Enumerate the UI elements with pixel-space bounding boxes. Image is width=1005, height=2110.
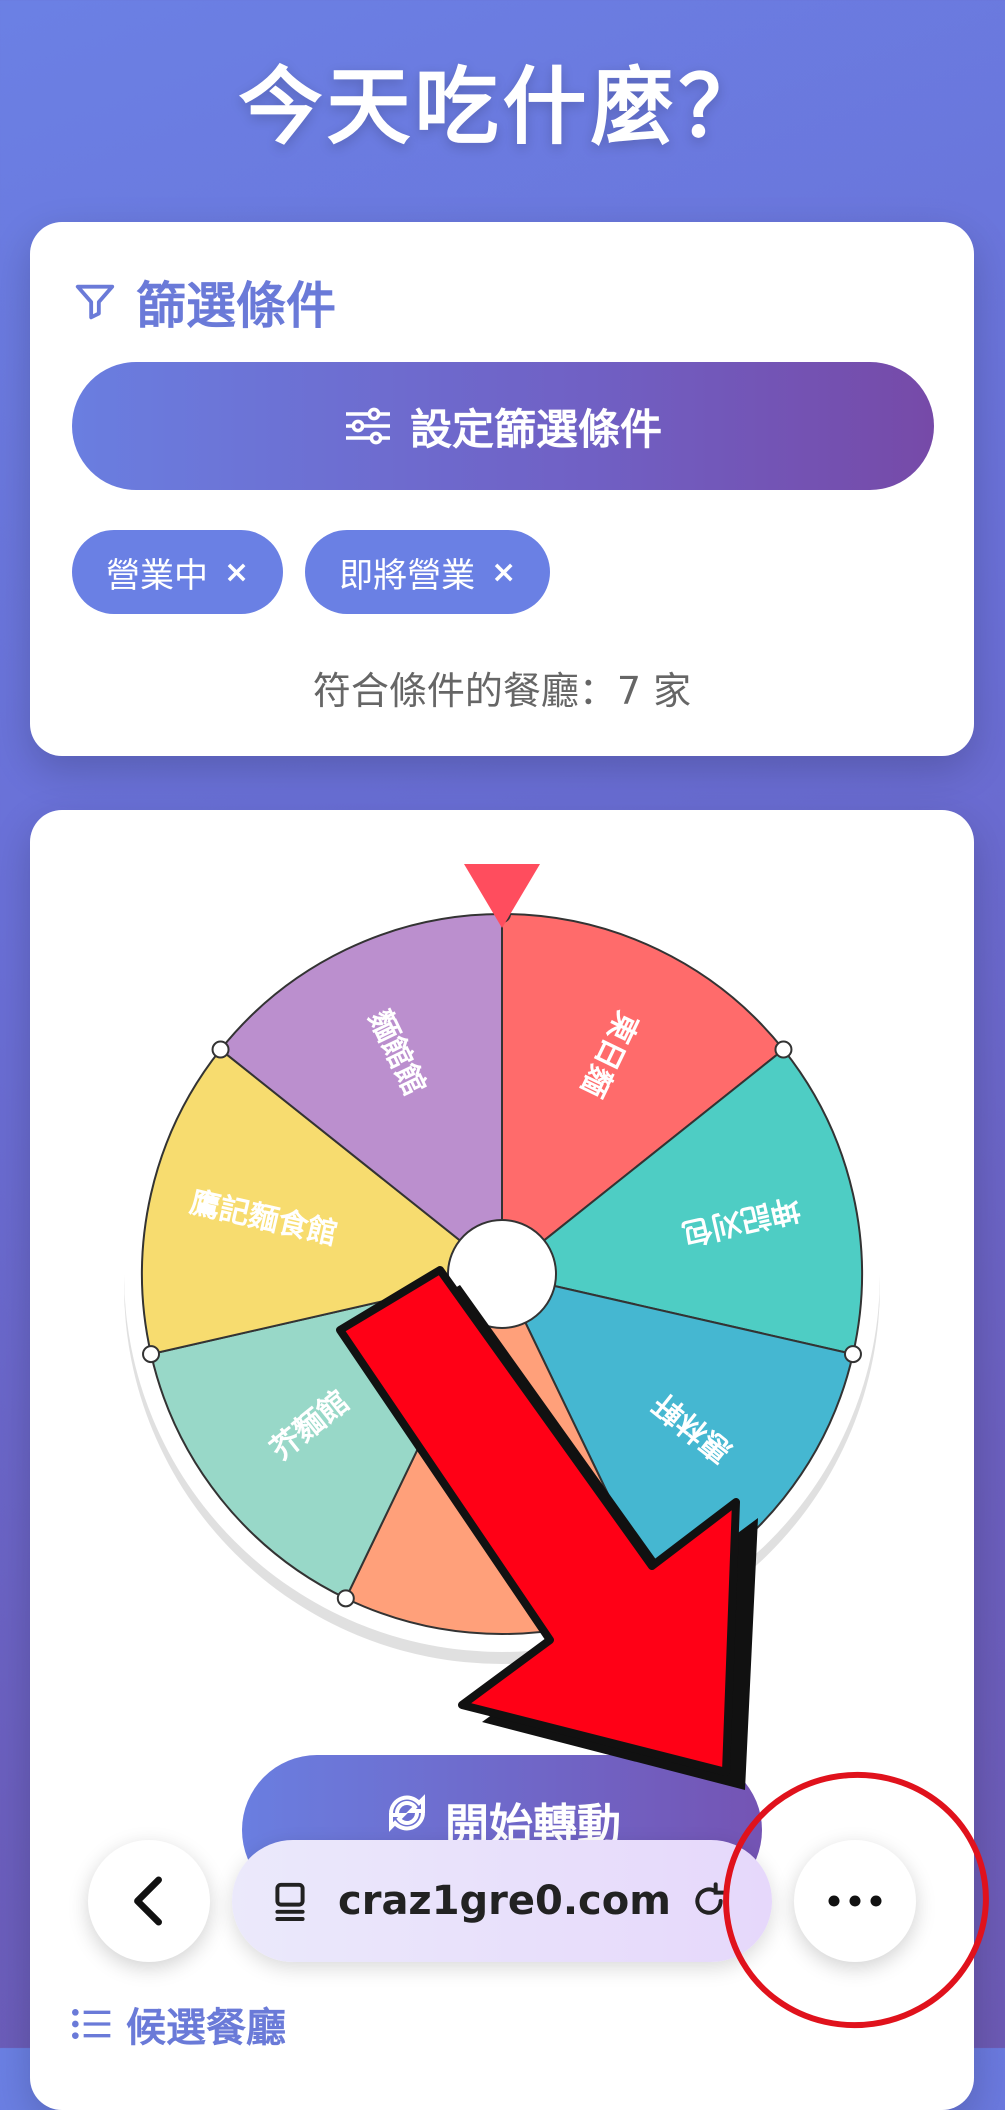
filter-card: 篩選條件 設定篩選條件 營業中 × 即將營業 × 符合條件的餐廳：7 家 bbox=[30, 222, 974, 756]
wheel-peg bbox=[336, 1589, 355, 1608]
tag-open[interactable]: 營業中 × bbox=[72, 530, 284, 614]
page-title: 今天吃什麼？ bbox=[238, 58, 767, 156]
wheel-peg bbox=[649, 1589, 668, 1608]
wheel-peg bbox=[142, 1345, 161, 1364]
tag-remove-icon[interactable]: × bbox=[491, 555, 516, 590]
wheel-peg bbox=[843, 1345, 862, 1364]
set-filter-label: 設定篩選條件 bbox=[409, 404, 662, 454]
more-dots-icon bbox=[828, 1895, 882, 1907]
match-count: 符合條件的餐廳：7 家 bbox=[312, 669, 692, 713]
filter-tags: 營業中 × 即將營業 × bbox=[72, 530, 551, 614]
tabs-icon bbox=[275, 1882, 305, 1921]
set-filter-button[interactable]: 設定篩選條件 bbox=[72, 362, 934, 490]
address-bar[interactable]: craz1gre0.com bbox=[232, 1840, 772, 1962]
wheel-peg bbox=[211, 1040, 230, 1059]
wheel-peg bbox=[774, 1040, 793, 1059]
back-button[interactable] bbox=[88, 1840, 210, 1962]
wheel-segment-label: 一吉軒 bbox=[484, 1474, 519, 1564]
list-icon bbox=[72, 2009, 111, 2039]
filter-heading: 篩選條件 bbox=[72, 266, 336, 338]
tag-opening-soon[interactable]: 即將營業 × bbox=[305, 530, 551, 614]
spin-wheel[interactable]: 東日麵坤記刈包惠林軒一吉軒芥麵館鷹記麵食館麵館館 bbox=[30, 810, 974, 1690]
browser-toolbar: craz1gre0.com bbox=[0, 1820, 1005, 1980]
url-text: craz1gre0.com bbox=[338, 1878, 671, 1924]
candidates-heading[interactable]: 候選餐廳 bbox=[72, 1995, 286, 2053]
wheel-hub[interactable] bbox=[447, 1219, 557, 1329]
chevron-left-icon bbox=[134, 1876, 162, 1926]
filter-icon bbox=[75, 284, 115, 320]
candidates-label: 候選餐廳 bbox=[126, 2005, 286, 2051]
more-options-button[interactable] bbox=[794, 1840, 916, 1962]
tag-label: 即將營業 bbox=[339, 555, 476, 596]
filter-heading-label: 篩選條件 bbox=[136, 277, 336, 335]
tag-remove-icon[interactable]: × bbox=[224, 555, 249, 590]
reload-icon[interactable] bbox=[689, 1881, 729, 1921]
tag-label: 營業中 bbox=[106, 555, 208, 596]
sliders-icon bbox=[345, 407, 390, 445]
